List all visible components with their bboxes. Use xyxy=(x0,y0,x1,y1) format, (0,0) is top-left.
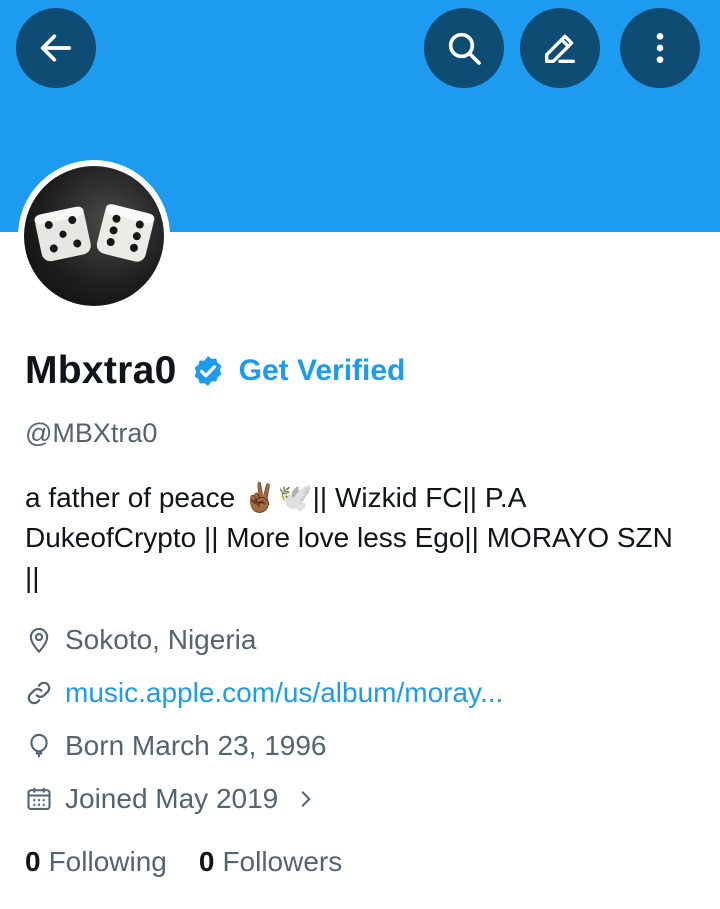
following-stat[interactable]: 0 Following xyxy=(25,846,167,878)
location-row: Sokoto, Nigeria xyxy=(25,620,256,660)
followers-count: 0 xyxy=(198,846,215,877)
edit-button[interactable] xyxy=(520,8,600,88)
user-handle: @MBXtra0 xyxy=(25,418,158,448)
website-row: music.apple.com/us/album/moray... xyxy=(25,673,503,713)
following-count: 0 xyxy=(25,846,41,877)
calendar-icon xyxy=(27,787,51,810)
followers-label: Followers xyxy=(222,846,343,877)
more-vertical-icon xyxy=(656,33,664,63)
search-button[interactable] xyxy=(424,8,504,88)
balloon-icon xyxy=(30,733,48,758)
profile-bio: a father of peace ✌🏾🕊️|| Wizkid FC|| P.A… xyxy=(25,482,673,593)
back-button[interactable] xyxy=(16,8,96,88)
website-link[interactable]: music.apple.com/us/album/moray... xyxy=(65,677,503,709)
pencil-icon xyxy=(545,34,575,63)
joined-text: Joined May 2019 xyxy=(65,783,279,814)
dice-avatar-image xyxy=(24,166,164,306)
get-verified-link[interactable]: Get Verified xyxy=(239,354,406,388)
avatar[interactable] xyxy=(18,160,170,312)
arrow-left-icon xyxy=(40,34,72,62)
search-icon xyxy=(448,32,481,65)
follow-stats: 0 Following 0 Followers xyxy=(25,842,342,882)
followers-stat[interactable]: 0 Followers xyxy=(199,846,342,878)
name-row: Mbxtra0 Get Verified xyxy=(25,346,405,396)
verified-badge-icon[interactable] xyxy=(191,354,225,388)
more-options-button[interactable] xyxy=(620,8,700,88)
display-name: Mbxtra0 xyxy=(25,349,177,392)
following-label: Following xyxy=(48,846,167,877)
chevron-right-icon xyxy=(301,791,311,807)
location-pin-icon xyxy=(29,627,49,654)
link-icon xyxy=(27,681,51,705)
birthdate-row: Born March 23, 1996 xyxy=(25,726,327,766)
location-text: Sokoto, Nigeria xyxy=(65,624,257,655)
joined-row[interactable]: Joined May 2019 xyxy=(25,779,316,819)
birthdate-text: Born March 23, 1996 xyxy=(65,730,327,761)
